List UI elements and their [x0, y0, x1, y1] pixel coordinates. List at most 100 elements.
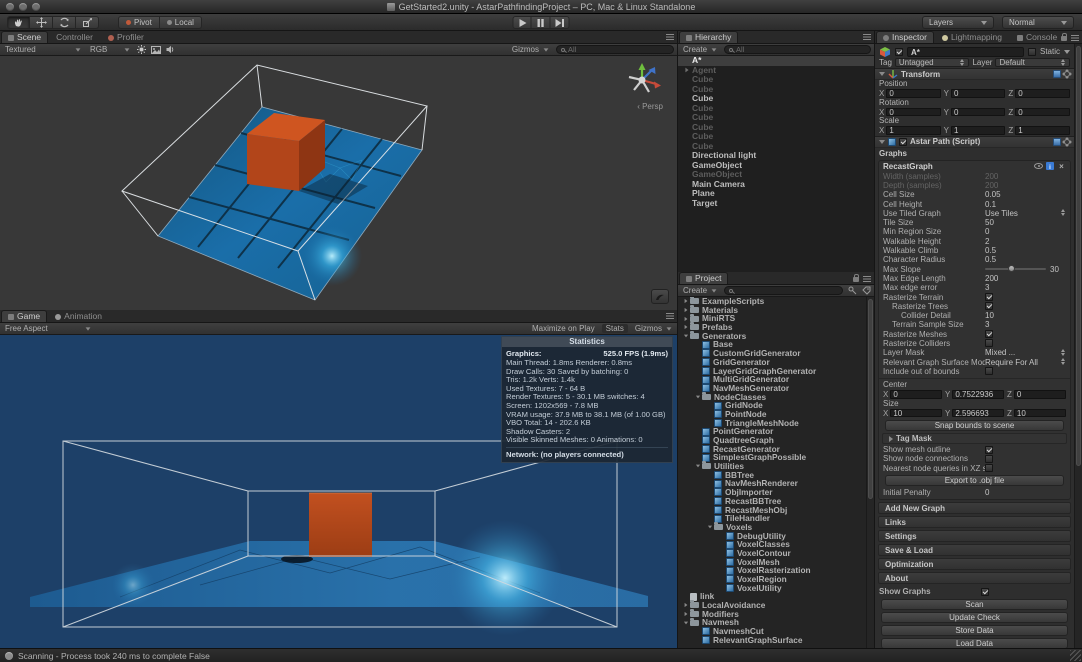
scrollbar-thumb[interactable] [868, 299, 873, 499]
transform-rotation-y-field[interactable]: 0 [951, 108, 1005, 117]
foldout-icon[interactable] [879, 140, 885, 144]
export-obj-button[interactable]: Export to .obj file [885, 475, 1064, 486]
project-item-tilehandler[interactable]: TileHandler [678, 514, 874, 523]
move-tool-button[interactable] [30, 16, 53, 29]
inspector-scrollbar[interactable] [1074, 44, 1082, 648]
delete-icon[interactable] [1057, 162, 1066, 170]
add-new-graph-button[interactable]: Add New Graph [878, 502, 1071, 514]
maximize-on-play-button[interactable]: Maximize on Play [530, 324, 597, 333]
rotate-tool-button[interactable] [53, 16, 76, 29]
project-item-navmeshrenderer[interactable]: NavMeshRenderer [678, 479, 874, 488]
tab-hierarchy[interactable]: Hierarchy [679, 31, 738, 43]
static-checkbox[interactable] [1028, 48, 1036, 56]
setting-checkbox[interactable] [985, 455, 993, 463]
section-save-load[interactable]: Save & Load [878, 544, 1071, 556]
recast-size-y-field[interactable]: 2.596693 [952, 409, 1004, 418]
pause-button[interactable] [532, 16, 551, 29]
setting-value[interactable]: 0.05 [985, 190, 1066, 199]
transform-position-z-field[interactable]: 0 [1015, 89, 1070, 98]
tab-console[interactable]: Console [1010, 31, 1064, 43]
recast-center-z-field[interactable]: 0 [1014, 390, 1066, 399]
transform-scale-y-field[interactable]: 1 [951, 126, 1005, 135]
tab-project[interactable]: Project [679, 272, 728, 284]
project-item-relevantgraphsurface[interactable]: RelevantGraphSurface [678, 636, 874, 645]
layer-dropdown[interactable]: Default [995, 58, 1070, 67]
button-store-data[interactable]: Store Data [881, 625, 1068, 636]
setting-value[interactable]: 200 [985, 274, 1066, 283]
setting-value[interactable]: 50 [985, 218, 1066, 227]
panel-menu-icon[interactable] [666, 313, 674, 319]
setting-dropdown[interactable]: Require For All [985, 358, 1061, 367]
hand-tool-button[interactable] [7, 16, 30, 29]
setting-value[interactable]: 3 [985, 320, 1066, 329]
project-search-input[interactable] [724, 286, 843, 295]
setting-slider[interactable]: 30 [985, 265, 1066, 274]
help-icon[interactable] [1053, 138, 1061, 146]
project-scrollbar[interactable] [866, 297, 874, 648]
setting-checkbox[interactable] [985, 293, 993, 301]
local-toggle-button[interactable]: Local [160, 16, 202, 29]
setting-checkbox[interactable] [985, 446, 993, 454]
recast-size-z-field[interactable]: 10 [1014, 409, 1066, 418]
setting-value[interactable]: 2 [985, 237, 1066, 246]
tab-animation[interactable]: Animation [48, 310, 109, 322]
panel-menu-icon[interactable] [863, 276, 871, 282]
setting-dropdown[interactable]: Use Tiles [985, 209, 1061, 218]
project-item-simplestgraphpossible[interactable]: SimplestGraphPossible [678, 453, 874, 462]
section-links[interactable]: Links [878, 516, 1071, 528]
gear-icon[interactable] [1064, 71, 1070, 77]
transform-scale-z-field[interactable]: 1 [1015, 126, 1070, 135]
initial-penalty-field[interactable]: 0 [985, 488, 1066, 497]
lock-icon[interactable] [853, 277, 859, 282]
project-create-dropdown[interactable]: Create [681, 286, 719, 295]
project-item-pointgenerator[interactable]: PointGenerator [678, 427, 874, 436]
stats-toggle-button[interactable]: Stats [602, 324, 628, 333]
show-graphs-checkbox[interactable] [981, 588, 989, 596]
active-checkbox[interactable] [895, 48, 903, 56]
static-dropdown-icon[interactable] [1064, 50, 1070, 54]
scene-grip-button[interactable] [651, 289, 669, 304]
persp-mode-label[interactable]: ‹ Persp [637, 102, 663, 111]
setting-value[interactable]: 10 [985, 311, 1066, 320]
scene-search-input[interactable]: All [556, 45, 674, 54]
audio-toggle-icon[interactable] [166, 45, 175, 54]
tab-controller[interactable]: Controller [49, 31, 100, 43]
transform-rotation-z-field[interactable]: 0 [1015, 108, 1070, 117]
setting-dropdown[interactable]: Mixed ... [985, 348, 1061, 357]
project-item-gridnode[interactable]: GridNode [678, 401, 874, 410]
aspect-dropdown[interactable]: Free Aspect [3, 324, 93, 333]
setting-value[interactable]: 0 [985, 227, 1066, 236]
panel-menu-icon[interactable] [863, 34, 871, 40]
scene-gizmos-dropdown[interactable]: Gizmos [510, 45, 551, 54]
tag-dropdown[interactable]: Untagged [895, 58, 970, 67]
lock-icon[interactable] [1061, 36, 1067, 41]
effects-toggle-icon[interactable] [151, 46, 161, 54]
status-text[interactable]: Scanning - Process took 240 ms to comple… [18, 651, 210, 661]
search-by-type-icon[interactable] [848, 286, 857, 295]
game-gizmos-dropdown[interactable]: Gizmos [633, 324, 674, 333]
transform-rotation-x-field[interactable]: 0 [886, 108, 940, 117]
tab-lightmapping[interactable]: Lightmapping [935, 31, 1009, 43]
section-about[interactable]: About [878, 572, 1071, 584]
section-optimization[interactable]: Optimization [878, 558, 1071, 570]
layers-dropdown[interactable]: Layers [922, 16, 994, 29]
hierarchy-search-input[interactable]: All [724, 45, 871, 54]
recast-size-x-field[interactable]: 10 [890, 409, 942, 418]
project-item-generators[interactable]: Generators [678, 332, 874, 341]
button-update-check[interactable]: Update Check [881, 612, 1068, 623]
setting-checkbox[interactable] [985, 464, 993, 472]
lighting-toggle-icon[interactable] [137, 45, 146, 54]
project-item-nodeclasses[interactable]: NodeClasses [678, 393, 874, 402]
foldout-icon[interactable] [879, 72, 885, 76]
info-icon[interactable] [1046, 162, 1054, 170]
project-item-utilities[interactable]: Utilities [678, 462, 874, 471]
eye-icon[interactable] [1034, 163, 1043, 169]
hierarchy-create-dropdown[interactable]: Create [681, 45, 719, 54]
button-load-data[interactable]: Load Data [881, 638, 1068, 648]
step-button[interactable] [551, 16, 570, 29]
setting-checkbox[interactable] [985, 367, 993, 375]
panel-menu-icon[interactable] [1071, 35, 1079, 41]
setting-checkbox[interactable] [985, 302, 993, 310]
tab-profiler[interactable]: Profiler [101, 31, 151, 43]
layout-dropdown[interactable]: Normal [1002, 16, 1074, 29]
